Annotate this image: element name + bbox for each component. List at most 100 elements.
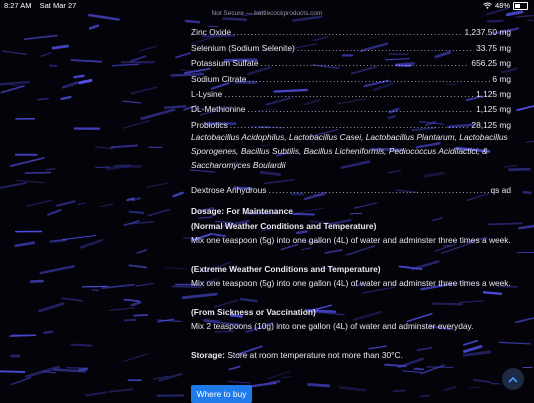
- streak: [63, 83, 77, 88]
- streak: [0, 371, 24, 372]
- streak: [2, 86, 24, 93]
- address-bar[interactable]: Not Secure — battlecockproducts.com: [0, 8, 534, 20]
- ingredient-name: Potassium Sulfate: [191, 58, 259, 68]
- streak: [90, 26, 98, 29]
- streak: [78, 203, 85, 205]
- scroll-to-top-button[interactable]: [502, 368, 524, 390]
- storage-info: Storage: Store at room temperature not m…: [191, 348, 511, 363]
- streak: [72, 60, 102, 62]
- ingredient-row: Selenium (Sodium Selenite)..............…: [191, 37, 511, 52]
- dosage-sickness-title: (From Sickness or Vaccination): [191, 305, 511, 320]
- leader-dots: ........................................…: [268, 185, 488, 195]
- streak: [524, 192, 531, 193]
- streak: [148, 210, 169, 216]
- streak: [470, 387, 480, 388]
- streak: [112, 64, 138, 65]
- streak: [27, 201, 51, 207]
- ingredient-amount: 1,125 mg: [476, 104, 511, 114]
- ingredient-amount: 33.75 mg: [476, 43, 511, 53]
- dosage-value: For Maintenance: [226, 206, 293, 216]
- streak: [130, 212, 143, 213]
- dosage-normal-text: Mix one teaspoon (5g) into one gallon (4…: [191, 233, 511, 248]
- streak: [137, 250, 146, 253]
- ingredient-amount: 656.25 mg: [471, 58, 511, 68]
- ingredient-amount: 28,125 mg: [471, 120, 511, 130]
- streak: [53, 46, 67, 48]
- streak: [403, 371, 422, 373]
- streak: [131, 56, 145, 61]
- streak: [526, 137, 534, 142]
- security-label: Not Secure: [212, 10, 245, 17]
- leader-dots: ........................................…: [297, 43, 474, 53]
- streak: [129, 265, 146, 267]
- streak: [142, 110, 174, 119]
- streak: [10, 335, 35, 336]
- streak: [165, 106, 186, 107]
- streak: [25, 173, 50, 174]
- dosage-sickness-text: Mix 2 teaspoons (10g) into one gallon (4…: [191, 319, 511, 334]
- streak: [445, 387, 456, 390]
- streak: [3, 51, 27, 54]
- ingredient-row: Zinc Oxide..............................…: [191, 22, 511, 37]
- ingredient-name: L-Lysine: [191, 89, 222, 99]
- ingredient-amount: qs ad: [491, 185, 512, 195]
- streak: [11, 158, 44, 166]
- streak: [516, 315, 534, 323]
- dosage-extreme-title: (Extreme Weather Conditions and Temperat…: [191, 262, 511, 277]
- address-separator: —: [246, 10, 253, 17]
- streak: [40, 304, 64, 311]
- ingredient-row: Sodium Citrate..........................…: [191, 68, 511, 83]
- streak: [71, 345, 91, 346]
- streak: [16, 243, 34, 246]
- streak: [136, 283, 153, 286]
- streak: [62, 298, 82, 301]
- streak: [340, 387, 365, 390]
- ingredient-amount: 6 mg: [492, 74, 511, 84]
- streak: [107, 166, 130, 169]
- streak: [147, 183, 167, 187]
- leader-dots: ........................................…: [261, 58, 470, 68]
- ingredient-name: DL-Methionine: [191, 104, 245, 114]
- ingredient-row: Potassium Sulfate.......................…: [191, 53, 511, 68]
- streak: [67, 368, 87, 369]
- streak: [57, 201, 74, 205]
- streak: [61, 97, 70, 99]
- ingredient-amount: 1,125 mg: [476, 89, 511, 99]
- streak: [123, 121, 150, 129]
- storage-label: Storage:: [191, 350, 225, 360]
- ingredient-name: Selenium (Sodium Selenite): [191, 43, 295, 53]
- streak: [132, 302, 140, 305]
- streak: [519, 225, 534, 229]
- dosage-section: Dosage: For Maintenance (Normal Weather …: [191, 204, 511, 334]
- leader-dots: ........................................…: [247, 104, 474, 114]
- streak: [112, 146, 138, 148]
- streak: [25, 36, 58, 40]
- where-to-buy-button[interactable]: Where to buy: [191, 385, 252, 403]
- ingredient-name: Sodium Citrate: [191, 74, 246, 84]
- streak: [109, 389, 133, 392]
- streak: [124, 354, 147, 361]
- streak: [421, 396, 430, 397]
- streak: [12, 378, 31, 385]
- streak: [0, 183, 26, 188]
- streak: [174, 193, 183, 196]
- streak: [229, 367, 239, 370]
- streak: [41, 53, 52, 57]
- ingredient-row-dextrose: Dextrose Anhydrous .....................…: [191, 180, 511, 195]
- streak: [101, 204, 113, 207]
- streak: [427, 367, 453, 368]
- streak: [16, 180, 44, 182]
- streak: [80, 80, 91, 82]
- streak: [509, 169, 529, 170]
- streak: [41, 266, 74, 273]
- ingredient-row: DL-Methionine...........................…: [191, 99, 511, 114]
- streak: [74, 76, 83, 77]
- streak: [63, 236, 96, 240]
- product-content: Zinc Oxide..............................…: [191, 22, 511, 362]
- ingredient-list: Zinc Oxide..............................…: [191, 22, 511, 130]
- streak: [132, 87, 157, 93]
- leader-dots: ........................................…: [224, 89, 474, 99]
- streak: [140, 46, 157, 51]
- streak: [474, 380, 491, 382]
- ingredient-amount: 1,237.50 mg: [464, 27, 511, 37]
